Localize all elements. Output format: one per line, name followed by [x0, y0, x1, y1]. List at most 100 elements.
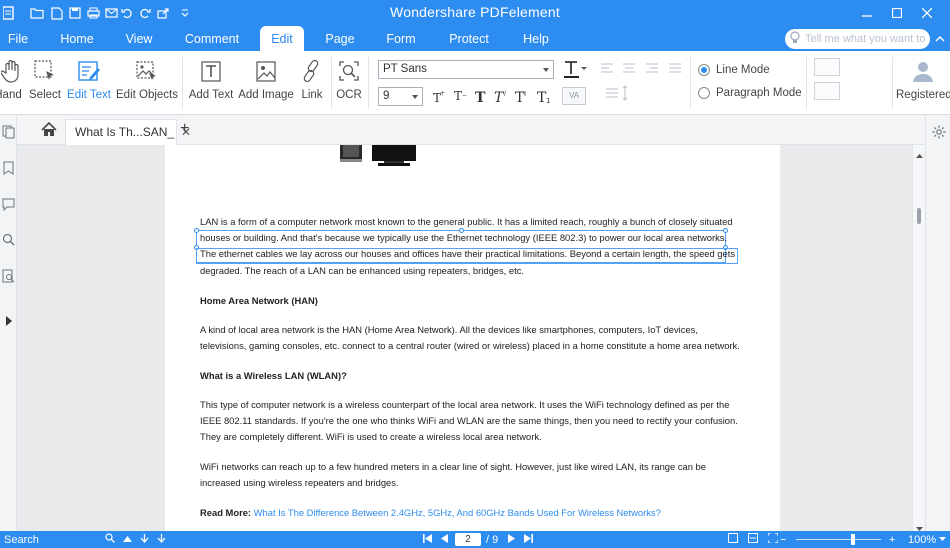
- line-spacing-icon[interactable]: [604, 85, 632, 101]
- ocr-tool-button[interactable]: OCR: [336, 51, 362, 115]
- font-size-select[interactable]: 9: [378, 87, 423, 106]
- zoom-slider-track[interactable]: [796, 539, 881, 540]
- page-nav-left: [423, 531, 448, 548]
- next-page-icon[interactable]: [508, 533, 515, 546]
- tab-help[interactable]: Help: [516, 26, 556, 51]
- add-image-icon: [238, 51, 294, 85]
- paragraph-mode-radio[interactable]: [698, 87, 710, 99]
- edit-text-tool-label: Edit Text: [67, 89, 111, 101]
- align-right-icon[interactable]: [646, 63, 658, 73]
- paragraph-wifi-range[interactable]: WiFi networks can reach up to a few hund…: [200, 459, 745, 491]
- comment-icon[interactable]: [2, 197, 15, 212]
- rotate-objects-button[interactable]: [814, 82, 840, 100]
- collapse-ribbon-icon[interactable]: [935, 32, 945, 46]
- maximize-button[interactable]: [884, 2, 910, 24]
- paragraph-wlan[interactable]: This type of computer network is a wirel…: [200, 397, 745, 446]
- ribbon-divider: [368, 57, 369, 109]
- find-in-page-icon[interactable]: [2, 269, 15, 283]
- strikethrough-icon[interactable]: T1: [537, 90, 550, 106]
- document-tab[interactable]: What Is Th...SAN_ ✕: [65, 119, 191, 145]
- paragraph-han[interactable]: A kind of local area network is the HAN …: [200, 322, 745, 354]
- svg-text:T: T: [454, 89, 462, 103]
- hand-tool-button[interactable]: Hand: [0, 51, 24, 115]
- tab-home[interactable]: Home: [53, 26, 101, 51]
- read-more-line: Read More: What Is The Difference Betwee…: [200, 505, 745, 521]
- settings-gear-icon[interactable]: [932, 125, 946, 142]
- ribbon-divider: [892, 57, 893, 109]
- font-name-select[interactable]: PT Sans: [378, 60, 554, 79]
- fit-width-icon[interactable]: [748, 533, 758, 546]
- edit-text-tool-button[interactable]: Edit Text: [66, 51, 112, 115]
- tell-me-search-input[interactable]: Tell me what you want to: [785, 29, 930, 49]
- current-page-input[interactable]: 2: [455, 533, 481, 546]
- tab-edit[interactable]: Edit: [260, 26, 304, 51]
- search-next-result-icon[interactable]: [140, 533, 149, 546]
- tab-form[interactable]: Form: [380, 26, 422, 51]
- page-nav-right: [508, 531, 533, 548]
- search-icon[interactable]: [2, 233, 15, 247]
- pdf-page[interactable]: Server LAN is a form of a computer netwo…: [165, 145, 780, 531]
- zoom-level[interactable]: 100%: [908, 531, 936, 548]
- search-label[interactable]: Search: [4, 531, 39, 548]
- align-center-icon[interactable]: [623, 63, 635, 73]
- tab-view[interactable]: View: [118, 26, 160, 51]
- thumbnails-icon[interactable]: [2, 125, 15, 139]
- ocr-icon: [336, 51, 362, 85]
- first-page-icon[interactable]: [423, 533, 432, 546]
- zoom-in-button[interactable]: +: [889, 531, 895, 548]
- search-down-icon[interactable]: [157, 533, 166, 546]
- ribbon-divider: [806, 57, 807, 109]
- single-page-view-icon[interactable]: [728, 533, 738, 546]
- add-image-tool-button[interactable]: Add Image: [238, 51, 294, 115]
- underline-icon[interactable]: TI: [515, 90, 526, 106]
- superscript-icon[interactable]: T+: [433, 90, 445, 105]
- last-page-icon[interactable]: [524, 533, 533, 546]
- zoom-out-button[interactable]: −: [780, 531, 786, 548]
- paragraph-mode-label: Paragraph Mode: [716, 87, 802, 99]
- vertical-scrollbar[interactable]: [912, 145, 925, 531]
- text-color-button[interactable]: [562, 59, 588, 79]
- account-button[interactable]: Registered: [896, 51, 950, 115]
- align-justify-icon[interactable]: [669, 63, 681, 73]
- minimize-button[interactable]: [854, 2, 880, 24]
- align-left-icon[interactable]: [601, 63, 613, 73]
- ribbon-divider: [331, 57, 332, 109]
- heading-han[interactable]: Home Area Network (HAN): [200, 293, 745, 309]
- arrange-objects-button[interactable]: [814, 58, 840, 76]
- search-icon[interactable]: [105, 533, 115, 546]
- add-text-tool-button[interactable]: Add Text: [188, 51, 234, 115]
- tab-protect[interactable]: Protect: [442, 26, 496, 51]
- character-spacing-button[interactable]: VA: [562, 87, 586, 105]
- bold-icon[interactable]: T: [475, 90, 486, 106]
- fit-page-icon[interactable]: [767, 532, 779, 546]
- heading-wlan[interactable]: What is a Wireless LAN (WLAN)?: [200, 368, 745, 384]
- new-tab-button[interactable]: +: [180, 120, 189, 138]
- alignment-group: [598, 61, 688, 77]
- tab-file[interactable]: File: [0, 26, 36, 51]
- paragraph-lan[interactable]: LAN is a form of a computer network most…: [200, 214, 745, 279]
- tab-page[interactable]: Page: [318, 26, 362, 51]
- zoom-slider-thumb[interactable]: [851, 534, 855, 545]
- document-viewport[interactable]: Server LAN is a form of a computer netwo…: [17, 145, 912, 531]
- zoom-menu-icon[interactable]: [939, 531, 946, 548]
- read-more-link[interactable]: What Is The Difference Between 2.4GHz, 5…: [254, 507, 661, 518]
- right-sidebar: [925, 115, 950, 531]
- previous-page-icon[interactable]: [441, 533, 448, 546]
- italic-icon[interactable]: T /: [494, 90, 507, 106]
- edit-objects-tool-button[interactable]: Edit Objects: [116, 51, 178, 115]
- search-previous-icon[interactable]: [123, 534, 132, 546]
- link-tool-button[interactable]: Link: [298, 51, 326, 115]
- select-tool-button[interactable]: Select: [27, 51, 63, 115]
- ribbon-divider: [690, 57, 691, 109]
- subscript-icon[interactable]: T −: [454, 89, 467, 103]
- tab-comment[interactable]: Comment: [180, 26, 244, 51]
- bookmark-icon[interactable]: [2, 161, 15, 175]
- document-tab-title: What Is Th...SAN_: [75, 125, 175, 139]
- svg-text:−: −: [462, 92, 467, 99]
- svg-text:+: +: [440, 90, 445, 97]
- home-icon[interactable]: [41, 121, 57, 140]
- close-window-button[interactable]: [914, 2, 940, 24]
- line-mode-radio[interactable]: [698, 64, 710, 76]
- scrollbar-thumb[interactable]: [917, 208, 921, 224]
- scroll-up-icon[interactable]: [916, 147, 923, 161]
